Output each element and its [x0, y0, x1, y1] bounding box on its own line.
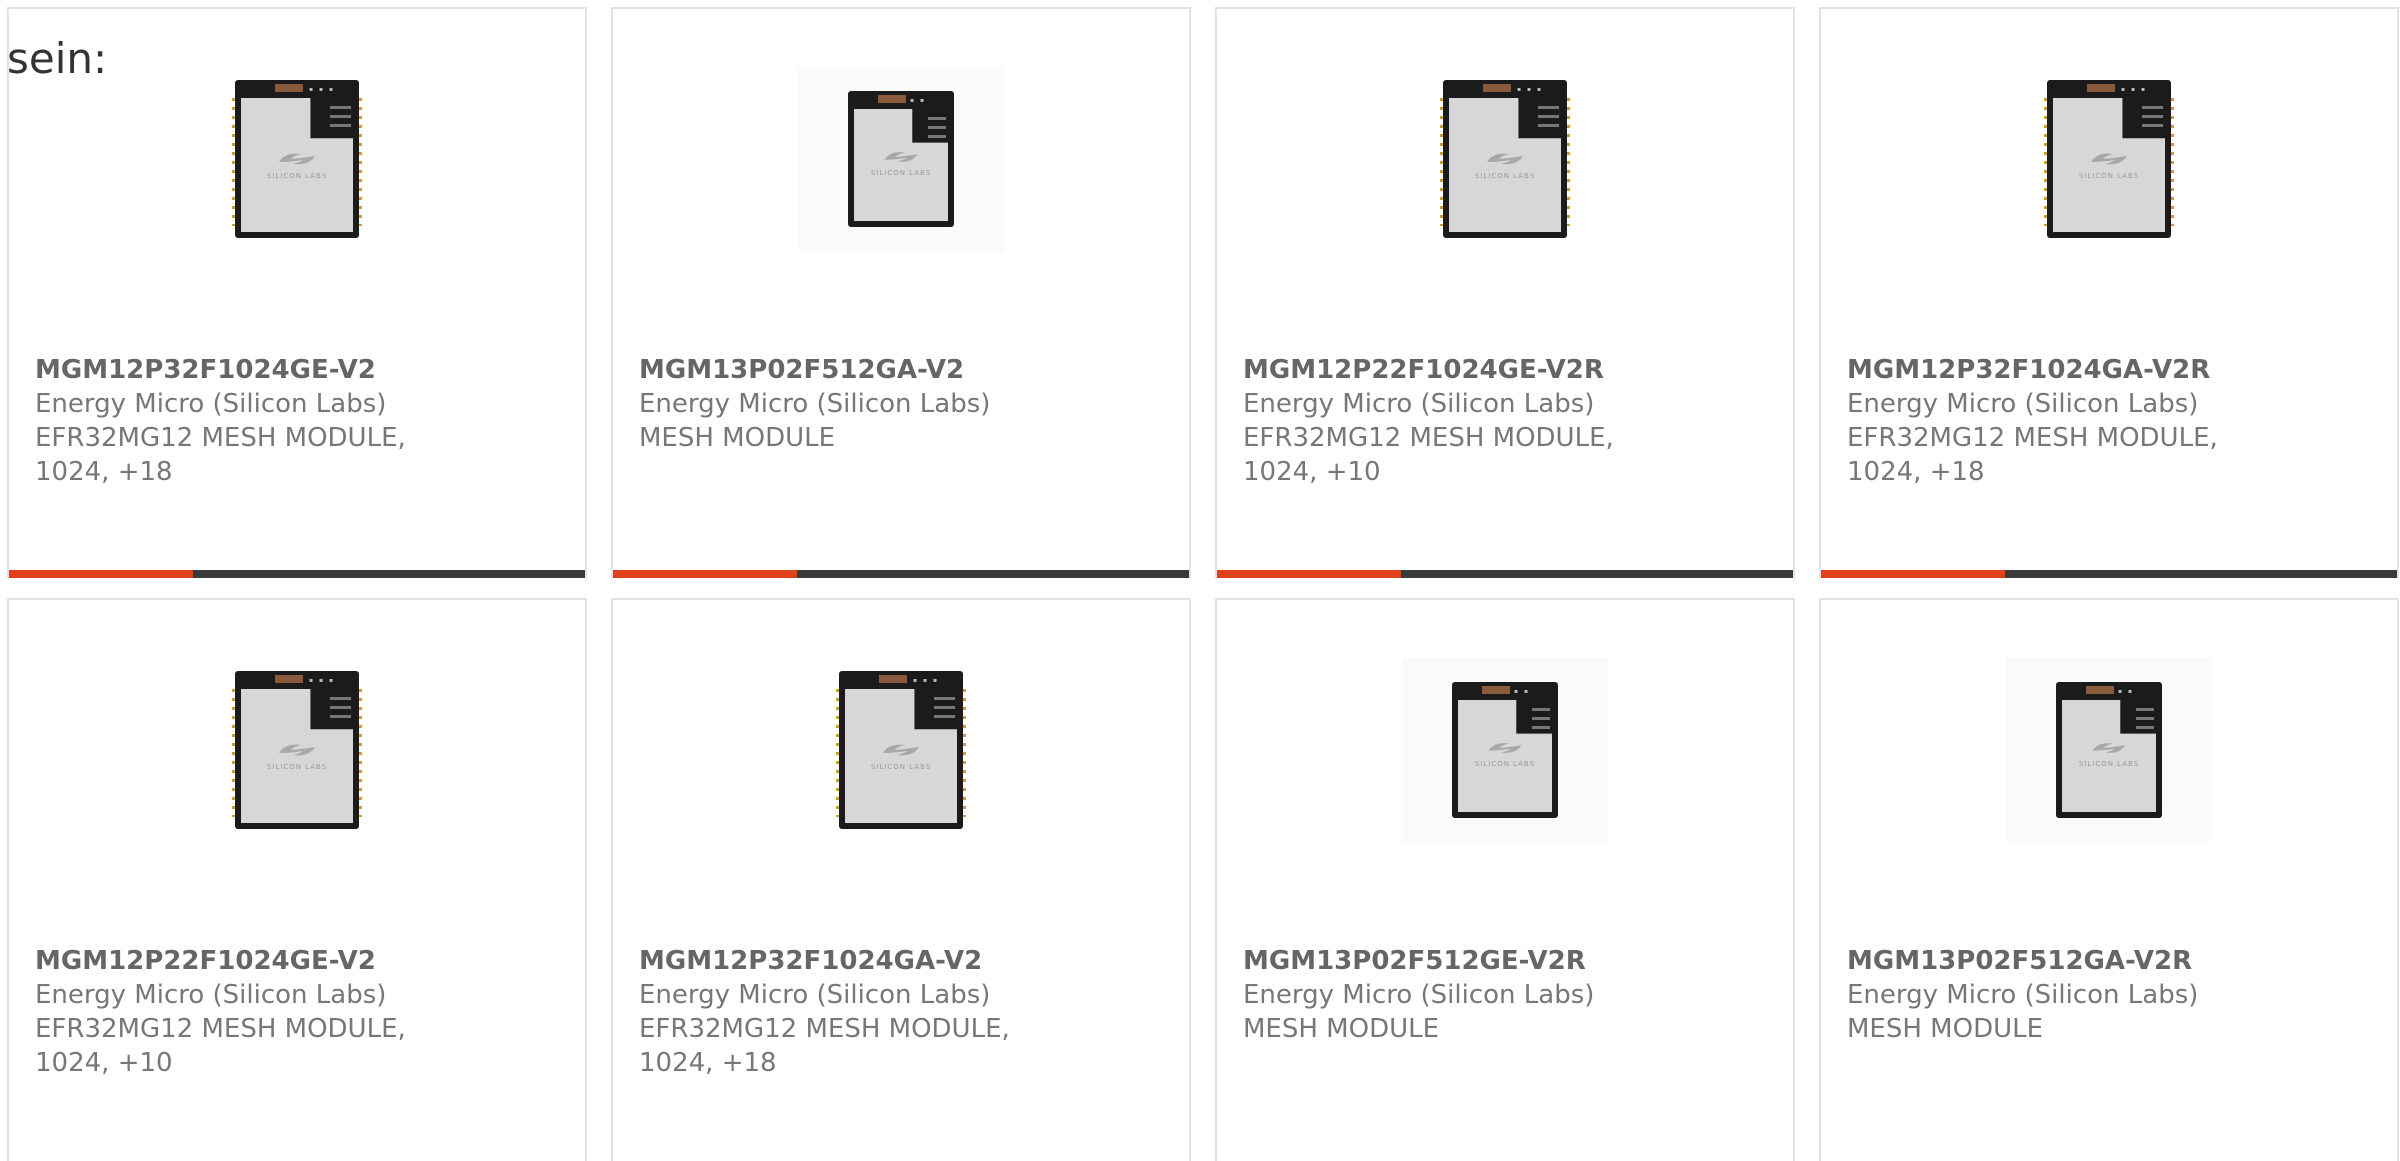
product-image-container: ▪ ▪ ▪ SILICON LABS: [1217, 59, 1793, 259]
product-manufacturer: Energy Micro (Silicon Labs): [35, 389, 387, 419]
silicon-labs-logo-icon: SILICON LABS: [2062, 738, 2156, 768]
silicon-labs-logo-icon: SILICON LABS: [2053, 148, 2165, 180]
product-description: MESH MODULE: [639, 423, 836, 453]
page: sein: ▪ ▪ ▪ SILICON LABS MGM12P32F1024GE…: [0, 0, 2400, 1161]
product-part-number[interactable]: MGM12P32F1024GA-V2R: [1847, 353, 2377, 387]
product-card[interactable]: ▪ ▪ ▪ SILICON LABS MGM12P32F1024GE-V2 En…: [7, 7, 587, 578]
product-image-container: ▪ ▪ SILICON LABS: [613, 59, 1189, 259]
card-accent-bar: [1821, 570, 2397, 578]
product-image-container: ▪ ▪ ▪ SILICON LABS: [9, 59, 585, 259]
product-card[interactable]: ▪ ▪ ▪ SILICON LABS MGM12P32F1024GA-V2 En…: [611, 598, 1191, 1161]
product-card[interactable]: ▪ ▪ ▪ SILICON LABS MGM12P22F1024GE-V2R E…: [1215, 7, 1795, 578]
product-image-container: ▪ ▪ ▪ SILICON LABS: [613, 650, 1189, 850]
module-chip-image: ▪ ▪ ▪ SILICON LABS: [232, 671, 362, 829]
product-manufacturer: Energy Micro (Silicon Labs): [1243, 980, 1595, 1010]
product-part-number[interactable]: MGM13P02F512GA-V2: [639, 353, 1169, 387]
module-chip-image: ▪ ▪ ▪ SILICON LABS: [2044, 80, 2174, 238]
product-description: EFR32MG12 MESH MODULE, 1024, +18: [639, 1014, 1010, 1078]
module-chip-image: ▪ ▪ SILICON LABS: [1452, 682, 1558, 818]
product-manufacturer: Energy Micro (Silicon Labs): [639, 389, 991, 419]
silicon-labs-logo-icon: SILICON LABS: [241, 148, 353, 180]
product-part-number[interactable]: MGM12P22F1024GE-V2: [35, 944, 565, 978]
silicon-labs-logo-icon: SILICON LABS: [1449, 148, 1561, 180]
product-card[interactable]: ▪ ▪ ▪ SILICON LABS MGM12P22F1024GE-V2 En…: [7, 598, 587, 1161]
product-part-number[interactable]: MGM13P02F512GE-V2R: [1243, 944, 1773, 978]
product-card[interactable]: ▪ ▪ SILICON LABS MGM13P02F512GA-V2R Ener…: [1819, 598, 2399, 1161]
product-manufacturer: Energy Micro (Silicon Labs): [35, 980, 387, 1010]
product-part-number[interactable]: MGM13P02F512GA-V2R: [1847, 944, 2377, 978]
silicon-labs-logo-icon: SILICON LABS: [854, 147, 948, 177]
card-accent-bar: [9, 570, 585, 578]
silicon-labs-logo-icon: SILICON LABS: [241, 739, 353, 771]
product-image-container: ▪ ▪ ▪ SILICON LABS: [9, 650, 585, 850]
product-description: EFR32MG12 MESH MODULE, 1024, +18: [1847, 423, 2218, 487]
product-manufacturer: Energy Micro (Silicon Labs): [1243, 389, 1595, 419]
module-chip-image: ▪ ▪ SILICON LABS: [848, 91, 954, 227]
product-description: EFR32MG12 MESH MODULE, 1024, +10: [1243, 423, 1614, 487]
product-image-container: ▪ ▪ SILICON LABS: [1217, 650, 1793, 850]
silicon-labs-logo-icon: SILICON LABS: [845, 739, 957, 771]
product-description: MESH MODULE: [1243, 1014, 1440, 1044]
product-card[interactable]: ▪ ▪ SILICON LABS MGM13P02F512GA-V2 Energ…: [611, 7, 1191, 578]
card-accent-bar: [1217, 570, 1793, 578]
module-chip-image: ▪ ▪ ▪ SILICON LABS: [836, 671, 966, 829]
product-card[interactable]: ▪ ▪ SILICON LABS MGM13P02F512GE-V2R Ener…: [1215, 598, 1795, 1161]
product-grid: ▪ ▪ ▪ SILICON LABS MGM12P32F1024GE-V2 En…: [7, 7, 2399, 1161]
module-chip-image: ▪ ▪ ▪ SILICON LABS: [232, 80, 362, 238]
product-manufacturer: Energy Micro (Silicon Labs): [1847, 389, 2199, 419]
product-description: MESH MODULE: [1847, 1014, 2044, 1044]
product-part-number[interactable]: MGM12P22F1024GE-V2R: [1243, 353, 1773, 387]
module-chip-image: ▪ ▪ ▪ SILICON LABS: [1440, 80, 1570, 238]
product-card[interactable]: ▪ ▪ ▪ SILICON LABS MGM12P32F1024GA-V2R E…: [1819, 7, 2399, 578]
intro-text: sein:: [7, 34, 108, 83]
module-chip-image: ▪ ▪ SILICON LABS: [2056, 682, 2162, 818]
product-part-number[interactable]: MGM12P32F1024GE-V2: [35, 353, 565, 387]
product-image-container: ▪ ▪ SILICON LABS: [1821, 650, 2397, 850]
card-accent-bar: [613, 570, 1189, 578]
product-image-container: ▪ ▪ ▪ SILICON LABS: [1821, 59, 2397, 259]
product-description: EFR32MG12 MESH MODULE, 1024, +10: [35, 1014, 406, 1078]
product-description: EFR32MG12 MESH MODULE, 1024, +18: [35, 423, 406, 487]
silicon-labs-logo-icon: SILICON LABS: [1458, 738, 1552, 768]
product-manufacturer: Energy Micro (Silicon Labs): [1847, 980, 2199, 1010]
product-manufacturer: Energy Micro (Silicon Labs): [639, 980, 991, 1010]
product-part-number[interactable]: MGM12P32F1024GA-V2: [639, 944, 1169, 978]
